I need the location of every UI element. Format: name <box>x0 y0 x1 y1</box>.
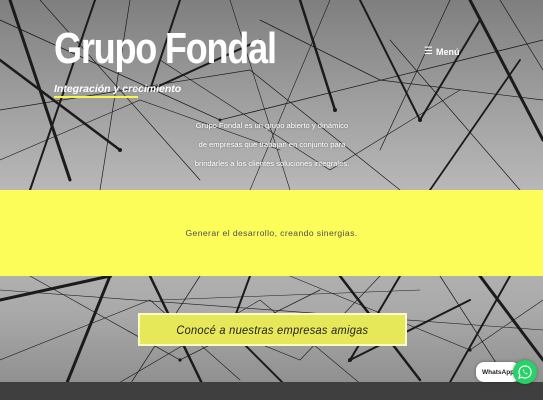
whatsapp-button[interactable] <box>513 360 537 384</box>
slogan-band: Generar el desarrollo, creando sinergias… <box>0 190 543 276</box>
menu-toggle-button[interactable]: ☰ Menú <box>424 46 460 58</box>
menu-label: Menú <box>435 47 460 57</box>
cta-label: Conocé a nuestras empresas amigas <box>176 322 369 337</box>
bottom-section-edge <box>0 382 543 400</box>
intro-text: Grupo Fondal es un grupo abierto y dinám… <box>194 121 350 168</box>
site-title[interactable]: Grupo Fondal <box>54 24 277 74</box>
site-tagline: Integración y crecimiento <box>54 83 182 95</box>
companies-cta-button[interactable]: Conocé a nuestras empresas amigas <box>138 313 407 346</box>
slogan-text: Generar el desarrollo, creando sinergias… <box>185 228 358 238</box>
hamburger-icon: ☰ <box>424 46 433 57</box>
whatsapp-icon <box>518 365 532 379</box>
tagline-underline <box>54 96 138 98</box>
